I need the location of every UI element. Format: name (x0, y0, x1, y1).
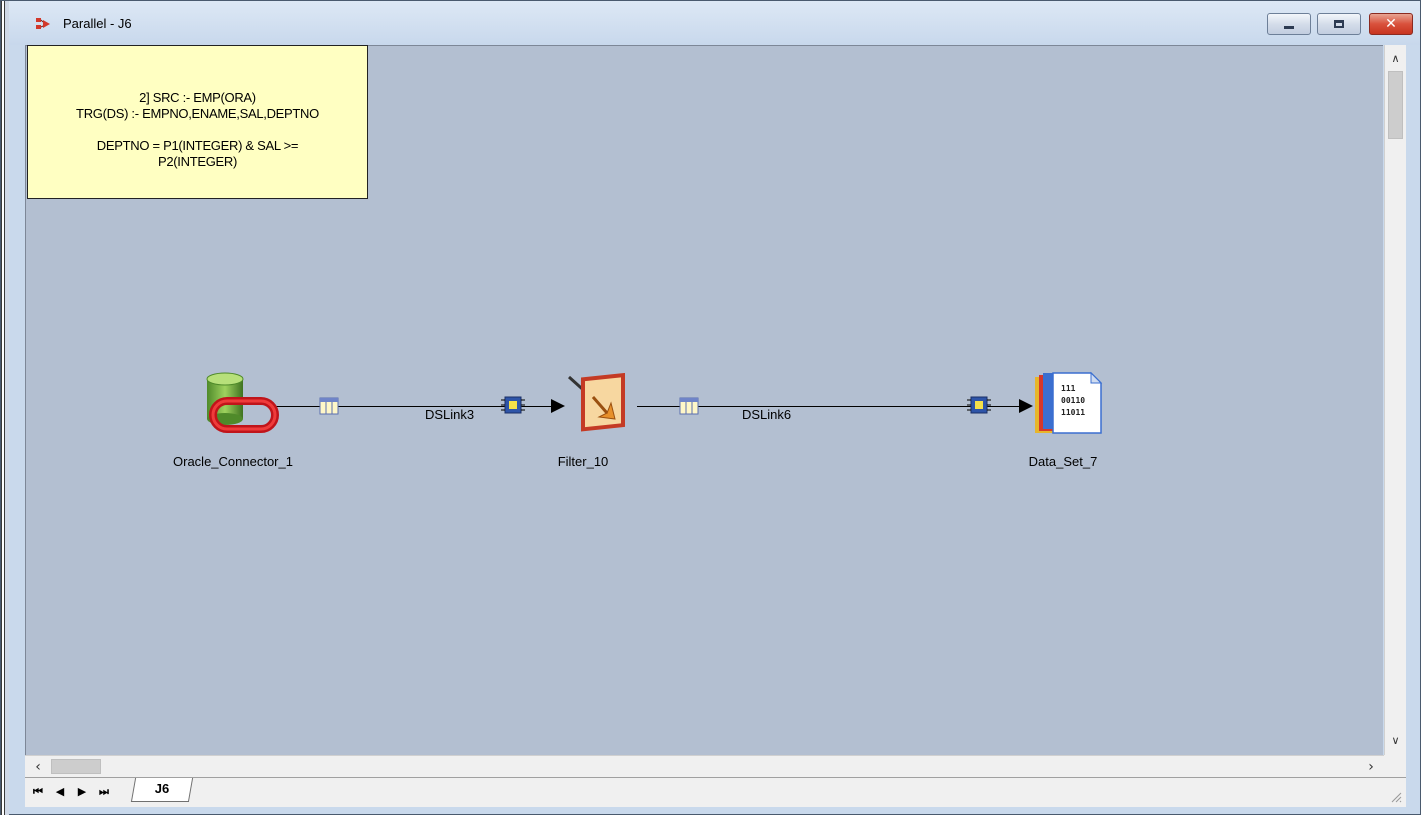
oracle-database-icon[interactable] (201, 371, 279, 437)
arrowhead-icon (551, 399, 565, 413)
link-grid-icon (679, 397, 699, 415)
link-label-dslink6[interactable]: DSLink6 (742, 407, 791, 422)
scroll-down-icon[interactable]: ∨ (1385, 731, 1406, 751)
annotation-line (28, 122, 367, 138)
svg-text:00110: 00110 (1061, 396, 1085, 405)
resize-grip-icon[interactable] (1390, 791, 1402, 803)
minimize-button[interactable] (1267, 13, 1311, 35)
restore-button[interactable] (1317, 13, 1361, 35)
annotation-note[interactable]: 2] SRC :- EMP(ORA) TRG(DS) :- EMPNO,ENAM… (27, 45, 368, 199)
minimize-icon (1284, 25, 1294, 29)
svg-text:11011: 11011 (1061, 408, 1085, 417)
annotation-line: DEPTNO = P1(INTEGER) & SAL >= (96, 138, 299, 153)
previous-tab-icon[interactable]: ◀ (51, 783, 69, 801)
partition-marker-icon (967, 396, 991, 414)
scroll-up-icon[interactable]: ∧ (1385, 49, 1406, 69)
close-button[interactable]: ✕ (1369, 13, 1413, 35)
dataset-file-icon[interactable]: 111 00110 11011 (1031, 371, 1103, 437)
scroll-left-icon[interactable]: ‹ (27, 756, 49, 778)
horizontal-scroll-thumb[interactable] (51, 759, 101, 774)
scrollbar-corner (1384, 755, 1406, 777)
job-window: Parallel - J6 ✕ 2] SRC :- EMP(ORA) TRG(D… (0, 0, 1421, 815)
stage-label-dataset[interactable]: Data_Set_7 (973, 454, 1153, 469)
horizontal-scrollbar[interactable]: ‹ › (25, 755, 1384, 777)
window-left-frame (1, 1, 9, 815)
vertical-scroll-thumb[interactable] (1388, 71, 1403, 139)
parallel-job-icon (36, 18, 50, 29)
stage-label-oracle-connector[interactable]: Oracle_Connector_1 (143, 454, 323, 469)
job-tab-bar: ⏮ ◀ ▶ ⏭ J6 (25, 777, 1406, 807)
svg-text:111: 111 (1061, 384, 1076, 393)
annotation-line: TRG(DS) :- EMPNO,ENAME,SAL,DEPTNO (76, 106, 319, 121)
last-tab-icon[interactable]: ⏭ (95, 783, 113, 801)
window-title: Parallel - J6 (63, 16, 132, 31)
close-icon: ✕ (1385, 16, 1397, 32)
tab-label[interactable]: J6 (137, 781, 187, 796)
first-tab-icon[interactable]: ⏮ (29, 783, 47, 801)
annotation-line: 2] SRC :- EMP(ORA) (139, 90, 256, 105)
vertical-scrollbar[interactable]: ∧ ∨ (1384, 45, 1406, 755)
next-tab-icon[interactable]: ▶ (73, 783, 91, 801)
restore-icon (1334, 20, 1344, 28)
link-grid-icon (319, 397, 339, 415)
filter-stage-icon[interactable] (567, 373, 631, 437)
link-label-dslink3[interactable]: DSLink3 (425, 407, 474, 422)
stage-label-filter[interactable]: Filter_10 (493, 454, 673, 469)
annotation-line: P2(INTEGER) (157, 154, 238, 169)
title-bar[interactable]: Parallel - J6 ✕ (9, 1, 1420, 45)
partition-marker-icon (501, 396, 525, 414)
scroll-right-icon[interactable]: › (1360, 756, 1382, 778)
